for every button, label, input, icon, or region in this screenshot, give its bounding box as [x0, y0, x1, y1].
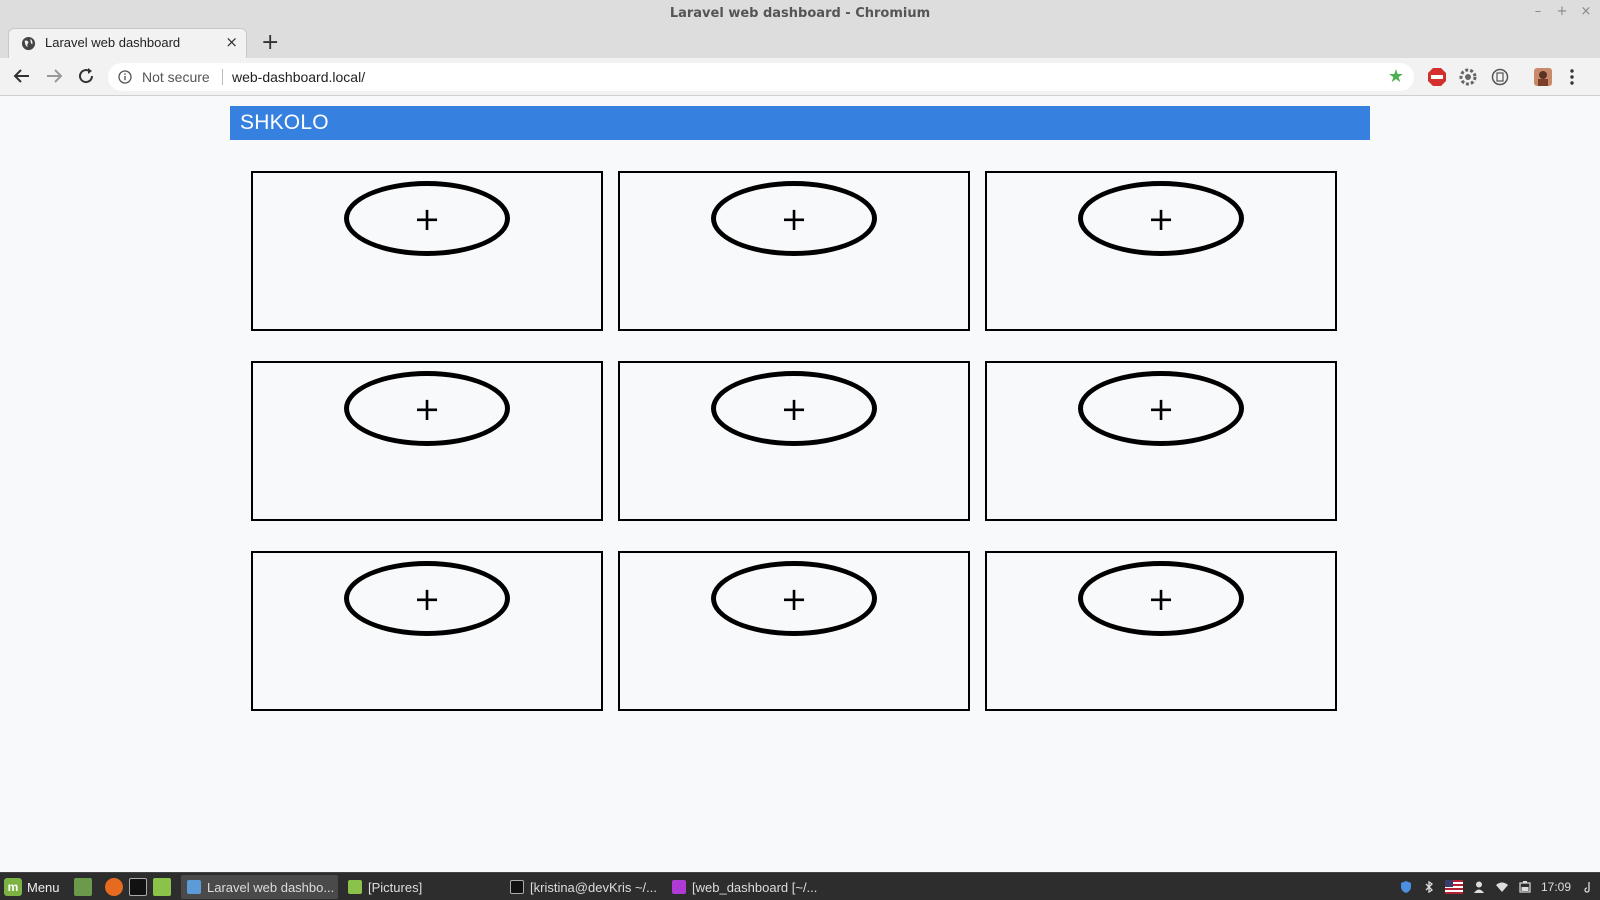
os-taskbar: m Menu Laravel web dashbo... [Pictures] …	[0, 872, 1600, 900]
add-widget-button[interactable]: +	[1078, 181, 1244, 256]
bluetooth-icon[interactable]	[1422, 880, 1436, 894]
tab-laravel-dashboard[interactable]: Laravel web dashboard ×	[8, 28, 247, 58]
phpstorm-icon	[672, 880, 686, 894]
add-widget-button[interactable]: +	[1078, 371, 1244, 446]
dashboard-card: +	[251, 361, 603, 521]
dashboard-card: +	[251, 551, 603, 711]
adblock-icon[interactable]	[1427, 67, 1447, 87]
taskbar-window-chromium[interactable]: Laravel web dashbo...	[181, 875, 338, 899]
extension-gear-icon[interactable]	[1458, 67, 1478, 87]
security-label[interactable]: Not secure	[142, 69, 210, 85]
folder-icon	[348, 880, 362, 894]
taskbar-window-terminal[interactable]: [kristina@devKris ~/...	[504, 875, 661, 899]
tab-close-icon[interactable]: ×	[225, 33, 238, 51]
reload-icon[interactable]	[74, 64, 98, 88]
mint-logo-icon: m	[4, 878, 22, 896]
forward-arrow-icon[interactable]	[42, 64, 66, 88]
window-titlebar: Laravel web dashboard - Chromium – + ×	[0, 0, 1600, 28]
add-widget-button[interactable]: +	[1078, 561, 1244, 636]
add-widget-button[interactable]: +	[344, 561, 510, 636]
clock[interactable]: 17:09	[1541, 880, 1571, 894]
add-widget-button[interactable]: +	[711, 561, 877, 636]
dashboard-card: +	[618, 551, 970, 711]
back-arrow-icon[interactable]	[10, 64, 34, 88]
wifi-icon[interactable]	[1495, 880, 1509, 894]
terminal-icon[interactable]	[129, 878, 147, 896]
dashboard-card: +	[985, 361, 1337, 521]
shield-icon[interactable]	[1399, 880, 1413, 894]
show-desktop-icon[interactable]	[74, 878, 92, 896]
browser-toolbar: Not secure web-dashboard.local/ ★	[0, 58, 1600, 96]
omnibox-divider	[222, 69, 223, 85]
system-tray: 17:09	[1399, 877, 1600, 897]
minimize-button[interactable]: –	[1532, 4, 1544, 19]
close-window-button[interactable]: ×	[1580, 4, 1592, 19]
us-flag-icon[interactable]	[1444, 880, 1463, 894]
browser-menu-icon[interactable]	[1566, 67, 1578, 87]
dashboard-card: +	[251, 171, 603, 331]
add-widget-button[interactable]: +	[711, 181, 877, 256]
taskbar-window-label: [Pictures]	[368, 879, 423, 895]
add-widget-button[interactable]: +	[711, 371, 877, 446]
add-widget-button[interactable]: +	[344, 181, 510, 256]
profile-avatar-icon[interactable]	[1533, 67, 1553, 87]
taskbar-window-label: [web_dashboard [~/...	[692, 879, 818, 895]
maximize-button[interactable]: +	[1556, 4, 1568, 19]
dashboard-card: +	[985, 551, 1337, 711]
new-tab-button[interactable]: +	[261, 30, 279, 55]
globe-icon	[21, 36, 36, 51]
sound-icon[interactable]	[1580, 880, 1594, 894]
dashboard-card: +	[618, 171, 970, 331]
taskbar-window-label: Laravel web dashbo...	[207, 879, 335, 895]
taskbar-window-label: [kristina@devKris ~/...	[530, 879, 657, 895]
firefox-icon[interactable]	[105, 878, 123, 896]
taskbar-window-pictures[interactable]: [Pictures]	[342, 875, 499, 899]
files-icon[interactable]	[153, 878, 171, 896]
info-icon[interactable]	[118, 70, 132, 84]
bookmark-star-icon[interactable]: ★	[1388, 66, 1404, 87]
dashboard-card: +	[618, 361, 970, 521]
url-text[interactable]: web-dashboard.local/	[232, 69, 365, 85]
brand-title[interactable]: SHKOLO	[240, 111, 329, 135]
dashboard-card: +	[985, 171, 1337, 331]
window-title: Laravel web dashboard - Chromium	[669, 6, 931, 21]
menu-label: Menu	[27, 879, 60, 895]
start-menu-button[interactable]: m Menu	[4, 876, 60, 898]
add-widget-button[interactable]: +	[344, 371, 510, 446]
window-controls: – + ×	[1532, 4, 1592, 19]
address-bar[interactable]: Not secure web-dashboard.local/ ★	[108, 63, 1414, 91]
chromium-icon	[187, 880, 201, 894]
tab-strip: Laravel web dashboard × +	[0, 28, 1600, 58]
terminal-icon	[510, 880, 524, 894]
taskbar-window-phpstorm[interactable]: [web_dashboard [~/...	[666, 875, 823, 899]
battery-icon[interactable]	[1518, 880, 1532, 894]
tab-title: Laravel web dashboard	[45, 35, 181, 50]
user-icon[interactable]	[1472, 880, 1486, 894]
extension-circle-icon[interactable]	[1490, 67, 1510, 87]
page-header: SHKOLO	[230, 106, 1370, 140]
